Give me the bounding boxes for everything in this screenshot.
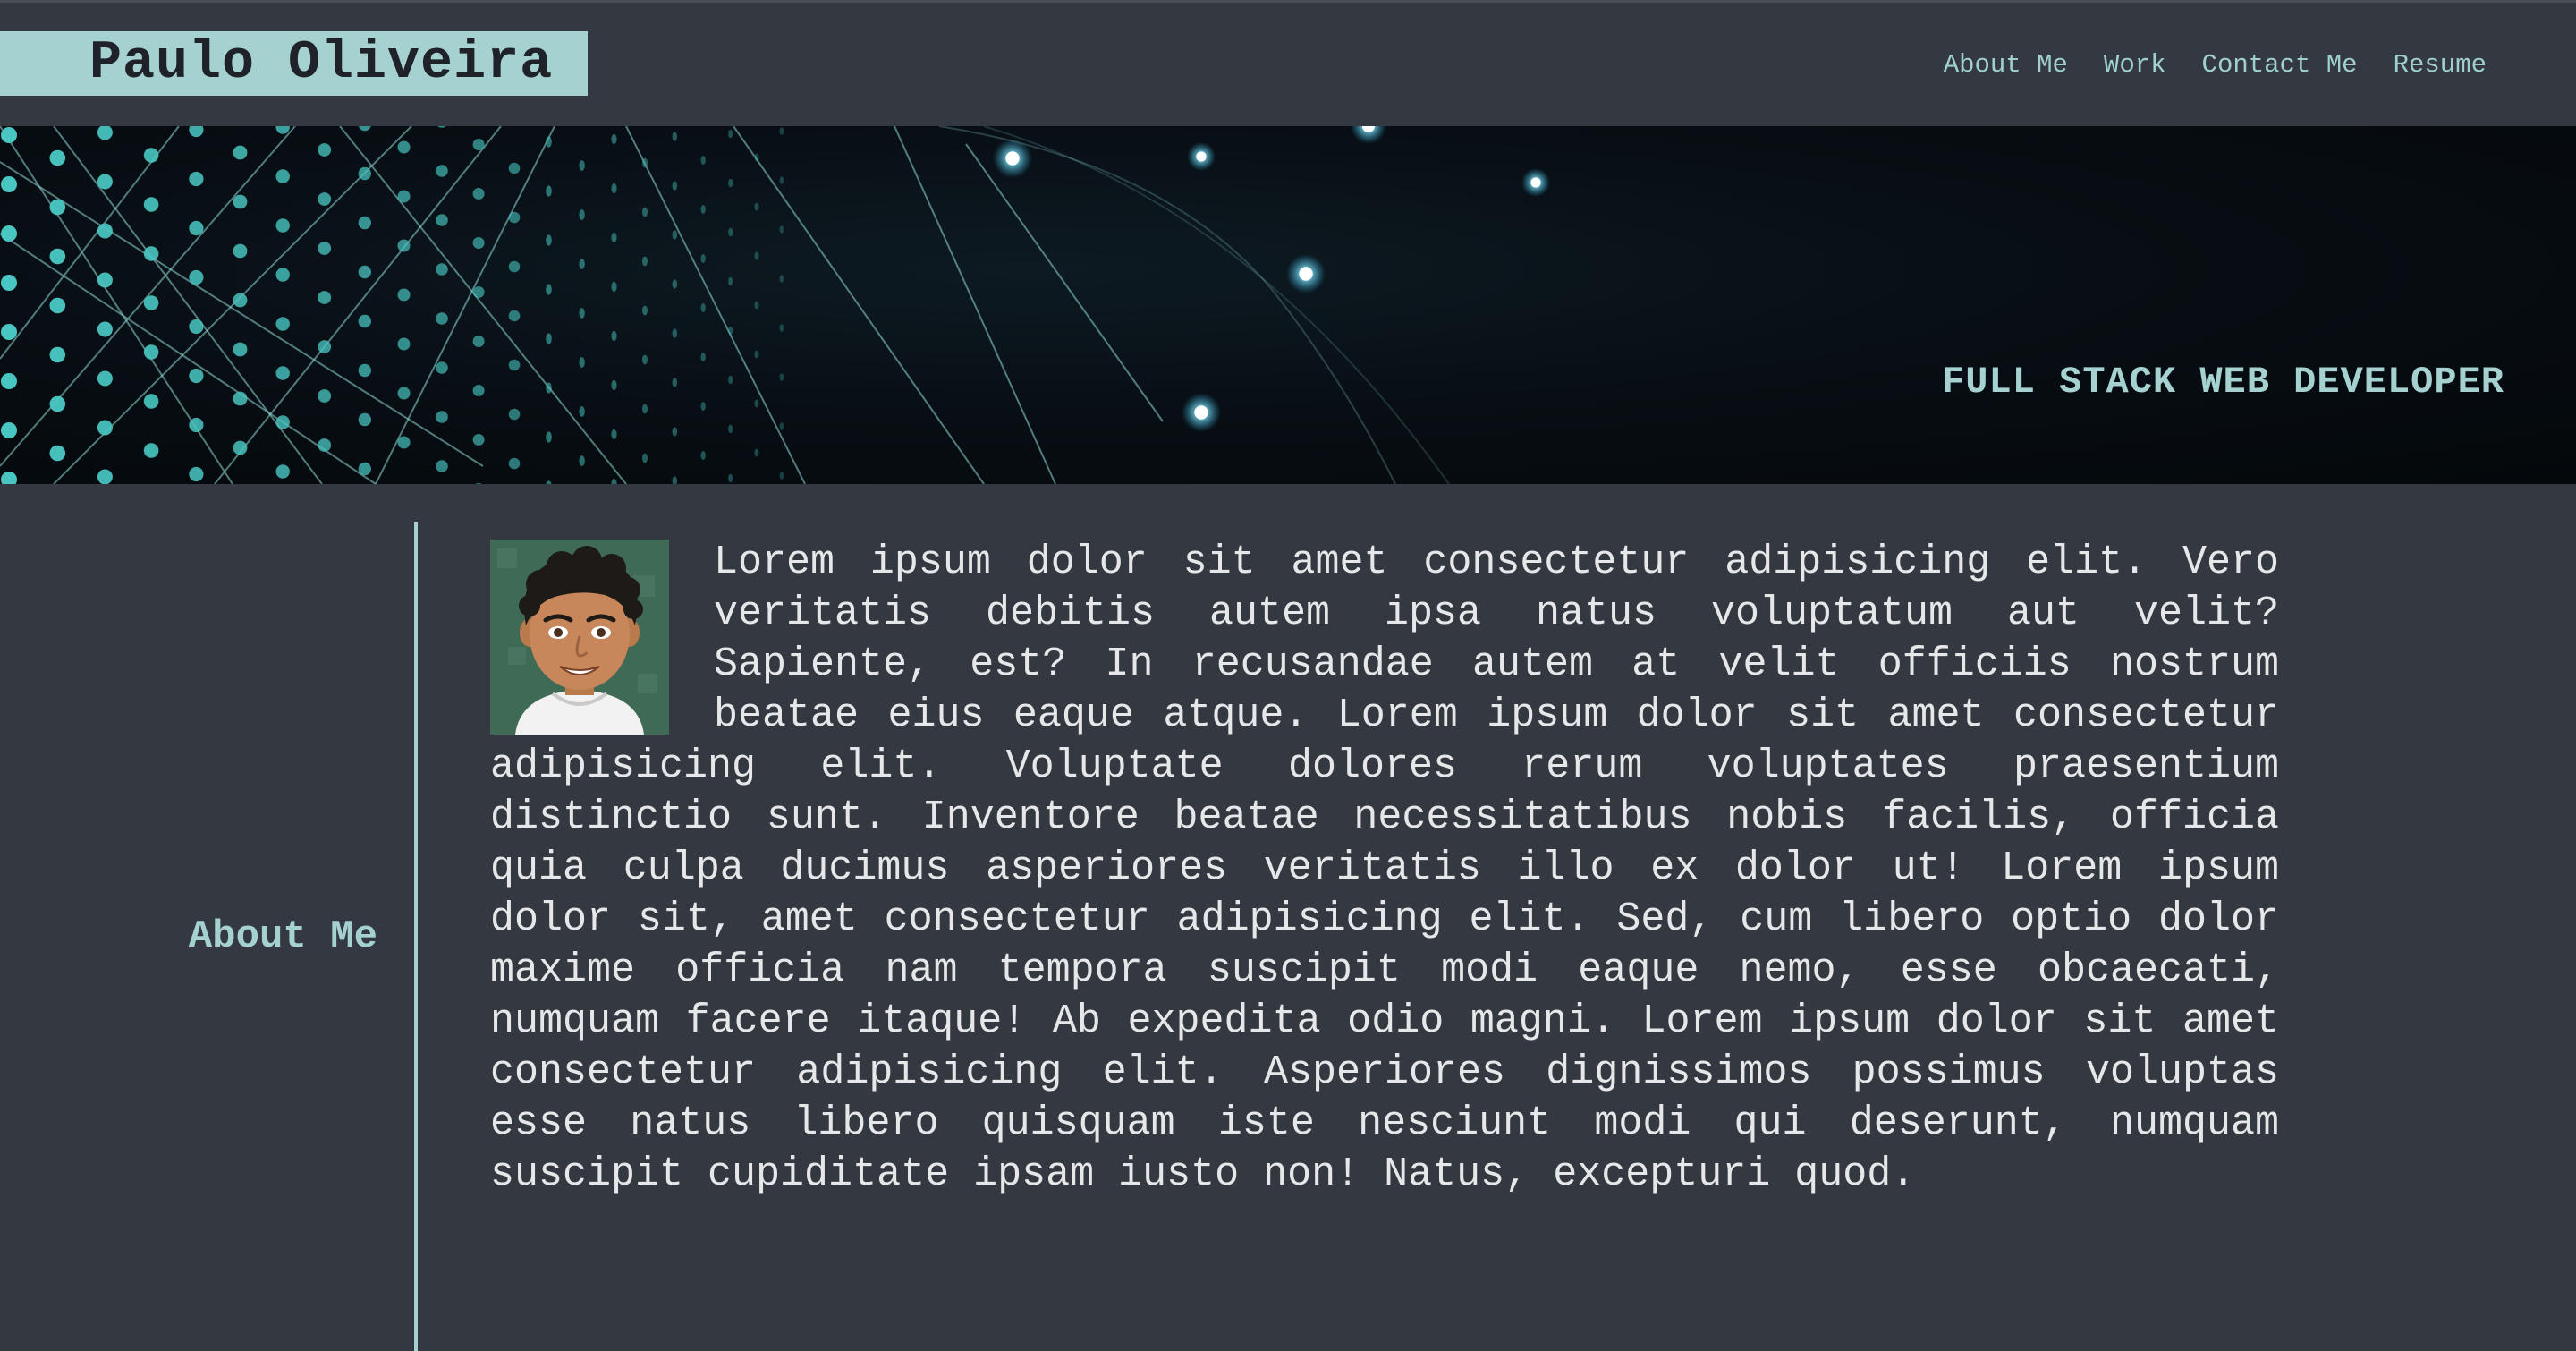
nav-link-resume[interactable]: Resume xyxy=(2394,47,2487,83)
nav-link-work[interactable]: Work xyxy=(2104,47,2166,83)
main-nav: About Me Work Contact Me Resume xyxy=(1944,47,2487,83)
logo[interactable]: Paulo Oliveira xyxy=(0,31,588,96)
about-bio-text: Lorem ipsum dolor sit amet consectetur a… xyxy=(490,540,2279,1197)
hero-tagline: FULL STACK WEB DEVELOPER xyxy=(1942,361,2504,404)
hero-banner: FULL STACK WEB DEVELOPER xyxy=(0,126,2576,484)
about-content: Lorem ipsum dolor sit amet consectetur a… xyxy=(490,537,2279,1200)
avatar-icon xyxy=(490,540,669,735)
nav-link-contact-me[interactable]: Contact Me xyxy=(2202,47,2358,83)
section-label-about-me: About Me xyxy=(188,914,377,959)
logo-text[interactable]: Paulo Oliveira xyxy=(89,31,553,96)
network-dots-background xyxy=(0,126,1550,484)
site-header: Paulo Oliveira About Me Work Contact Me … xyxy=(0,3,2576,126)
nav-link-about-me[interactable]: About Me xyxy=(1944,47,2068,83)
page: Paulo Oliveira About Me Work Contact Me … xyxy=(0,0,2576,1351)
section-divider xyxy=(414,522,418,1351)
